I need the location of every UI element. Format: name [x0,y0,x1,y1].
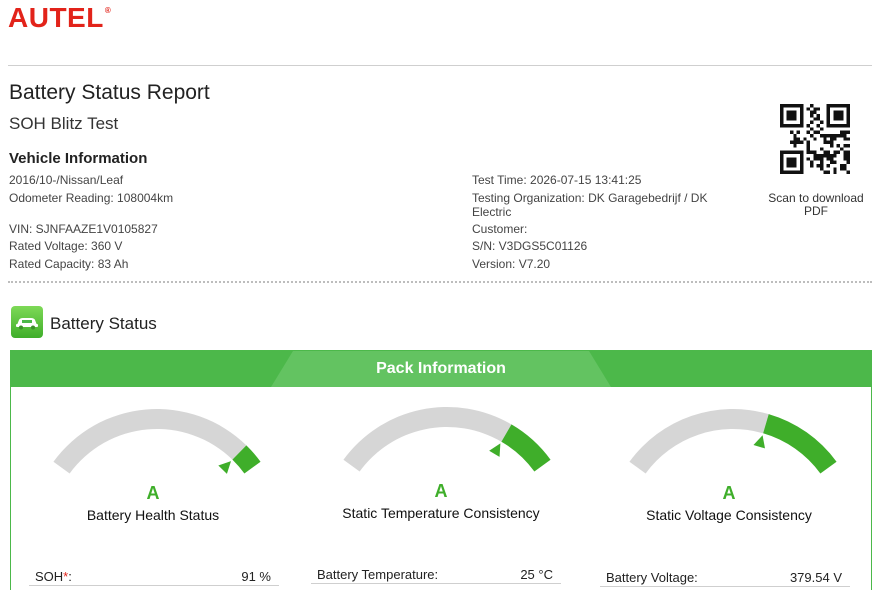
vehicle-model: 2016/10-/Nissan/Leaf [9,173,124,187]
qr-caption: Scan to download PDF [768,191,864,218]
battery-temperature-row: Battery Temperature: 25 °C [311,562,561,584]
pack-information-title: Pack Information [376,360,506,377]
voltage-consistency-label: Static Voltage Consistency [646,507,812,523]
vin: VIN: SJNFAAZE1V0105827 [9,222,158,236]
odometer-reading: Odometer Reading: 108004km [9,191,174,205]
header-divider [8,65,872,66]
autel-logo: AUTEL® [8,2,112,33]
gauge-pointer [218,461,232,474]
qr-code[interactable] [780,104,850,174]
vehicle-info-heading: Vehicle Information [9,150,148,167]
battery-temperature-value: 25 °C [520,567,553,582]
report-subtitle: SOH Blitz Test [9,114,119,133]
software-version: Version: V7.20 [472,257,551,271]
gauge-track [629,409,769,474]
pack-information-panel: Pack Information A Battery Health Status… [10,350,872,590]
soh-value: 91 % [241,569,271,584]
battery-voltage-key: Battery Voltage: [606,570,698,585]
battery-health-grade: A [146,483,160,503]
temperature-consistency-label: Static Temperature Consistency [342,505,540,521]
soh-row: SOH*: 91 % [29,564,279,586]
serial-number: S/N: V3DGS5C01126 [472,239,588,253]
temperature-consistency-grade: A [434,481,448,501]
test-time: Test Time: 2026-07-15 13:41:25 [472,173,642,187]
dotted-divider [8,281,872,283]
gauge-pointer [489,443,501,457]
report-title: Battery Status Report [9,81,210,104]
battery-car-icon [11,306,43,338]
rated-capacity: Rated Capacity: 83 Ah [9,257,129,271]
battery-temperature-key: Battery Temperature: [317,567,439,582]
battery-voltage-value: 379.54 V [789,570,842,585]
customer: Customer: [472,222,528,236]
gauge-track [343,407,512,472]
gauge-fill [501,424,551,472]
voltage-consistency-grade: A [722,483,736,503]
gauge-pointer [753,435,765,449]
soh-key: SOH*: [35,569,72,584]
gauge-fill [763,414,837,474]
gauge-track [53,409,247,474]
rated-voltage: Rated Voltage: 360 V [9,239,123,253]
battery-status-title: Battery Status [50,314,157,333]
testing-organization: Testing Organization: DK Garagebedrijf /… [472,191,708,219]
battery-health-label: Battery Health Status [86,507,220,523]
battery-voltage-row: Battery Voltage: 379.54 V [600,565,850,587]
